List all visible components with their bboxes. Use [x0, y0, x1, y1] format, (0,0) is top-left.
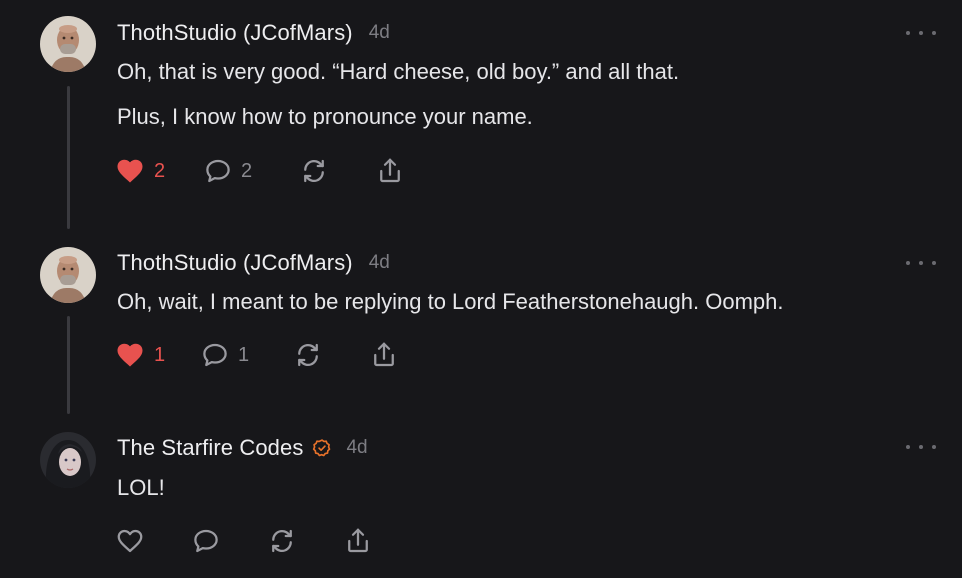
- like-count: 1: [154, 343, 166, 366]
- like-button[interactable]: 1: [114, 339, 165, 371]
- like-button[interactable]: 2: [114, 155, 165, 187]
- comment-text: Plus, I know how to pronounce your name.: [117, 104, 533, 129]
- avatar[interactable]: [40, 16, 96, 72]
- dot-icon: [919, 261, 923, 265]
- reply-button[interactable]: [191, 525, 221, 557]
- avatar[interactable]: [40, 432, 96, 488]
- comment-header: ThothStudio (JCofMars) 4d: [117, 18, 390, 48]
- author-name[interactable]: The Starfire Codes: [117, 435, 303, 461]
- comment-header: The Starfire Codes 4d: [117, 433, 368, 463]
- restack-icon: [298, 343, 318, 367]
- author-name[interactable]: ThothStudio (JCofMars): [117, 250, 353, 276]
- like-button[interactable]: [114, 525, 146, 557]
- restack-icon: [272, 529, 292, 553]
- comment-icon: [194, 529, 218, 553]
- share-button[interactable]: [343, 525, 373, 557]
- comment-icon: [203, 343, 227, 367]
- like-count: 2: [154, 159, 166, 182]
- comment-icon: [206, 159, 230, 183]
- dot-icon: [932, 261, 936, 265]
- dot-icon: [919, 31, 923, 35]
- more-options-button[interactable]: [906, 256, 936, 270]
- dot-icon: [932, 31, 936, 35]
- author-name[interactable]: ThothStudio (JCofMars): [117, 20, 353, 46]
- verified-badge-icon: [313, 439, 331, 457]
- dot-icon: [906, 261, 910, 265]
- reply-button[interactable]: 2: [203, 155, 252, 187]
- dot-icon: [906, 445, 910, 449]
- comment-thread: ThothStudio (JCofMars) 4d Oh, that is ve…: [0, 0, 962, 578]
- share-button[interactable]: [375, 155, 405, 187]
- reply-button[interactable]: 1: [200, 339, 249, 371]
- timestamp[interactable]: 4d: [369, 22, 390, 44]
- dot-icon: [906, 31, 910, 35]
- restack-button[interactable]: [293, 339, 323, 371]
- comment-text: LOL!: [117, 475, 165, 500]
- restack-icon: [304, 159, 324, 183]
- timestamp[interactable]: 4d: [346, 437, 367, 459]
- restack-button[interactable]: [299, 155, 329, 187]
- timestamp[interactable]: 4d: [369, 252, 390, 274]
- comment-text: Oh, wait, I meant to be replying to Lord…: [117, 289, 784, 314]
- heart-filled-icon: [117, 159, 143, 183]
- share-button[interactable]: [369, 339, 399, 371]
- share-icon: [374, 342, 394, 367]
- thread-line: [67, 316, 70, 414]
- dot-icon: [919, 445, 923, 449]
- share-icon: [348, 528, 368, 553]
- thread-line: [67, 86, 70, 229]
- dot-icon: [932, 445, 936, 449]
- heart-icon: [117, 529, 143, 553]
- avatar[interactable]: [40, 247, 96, 303]
- heart-filled-icon: [117, 343, 143, 367]
- more-options-button[interactable]: [906, 440, 936, 454]
- comment-text: Oh, that is very good. “Hard cheese, old…: [117, 59, 680, 84]
- reply-count: 2: [241, 159, 253, 182]
- comment-header: ThothStudio (JCofMars) 4d: [117, 248, 390, 278]
- reply-count: 1: [238, 343, 250, 366]
- share-icon: [380, 158, 400, 183]
- more-options-button[interactable]: [906, 26, 936, 40]
- restack-button[interactable]: [267, 525, 297, 557]
